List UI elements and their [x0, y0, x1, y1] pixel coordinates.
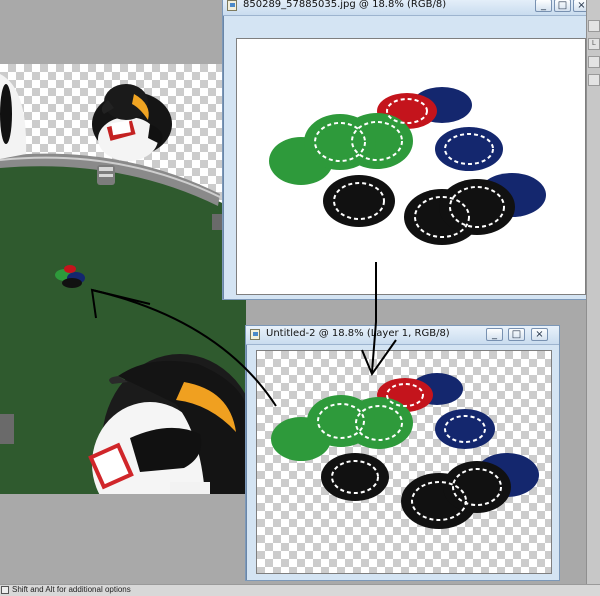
penguin-top: [92, 84, 172, 161]
chip-stack-left: [0, 414, 14, 444]
chip-stack-rail: [97, 165, 115, 185]
minimize-button[interactable]: _: [535, 0, 552, 12]
source-window-titlebar[interactable]: 850289_57885035.jpg @ 18.8% (RGB/8) _ □ …: [223, 0, 598, 16]
tool-icon: [1, 586, 9, 594]
poker-chips-image: [269, 87, 546, 245]
source-image-window[interactable]: 850289_57885035.jpg @ 18.8% (RGB/8) _ □ …: [222, 0, 599, 300]
status-bar: Shift and Alt for additional options: [0, 584, 600, 596]
document-icon: [227, 0, 237, 11]
status-text: Shift and Alt for additional options: [12, 585, 131, 594]
untitled-document-window[interactable]: Untitled-2 @ 18.8% (Layer 1, RGB/8) _ □ …: [245, 325, 560, 581]
poker-table-scene: [0, 74, 246, 494]
untitled-window-title: Untitled-2 @ 18.8% (Layer 1, RGB/8): [266, 328, 450, 339]
source-image-canvas[interactable]: [236, 38, 586, 295]
untitled-canvas[interactable]: [256, 350, 552, 574]
background-document-canvas[interactable]: [0, 64, 246, 494]
untitled-window-titlebar[interactable]: Untitled-2 @ 18.8% (Layer 1, RGB/8) _ □ …: [246, 326, 559, 345]
chip-stack-right: [212, 214, 222, 230]
panel-tab[interactable]: [588, 56, 600, 68]
panel-tab[interactable]: [588, 20, 600, 32]
chip-pile: [269, 87, 546, 245]
close-button[interactable]: ×: [531, 328, 548, 341]
maximize-button[interactable]: □: [508, 328, 525, 341]
panel-tab[interactable]: [588, 74, 600, 86]
pasted-chips-layer: [271, 373, 539, 529]
right-panel-strip[interactable]: L: [586, 0, 600, 584]
document-icon: [250, 329, 260, 340]
maximize-button[interactable]: □: [554, 0, 571, 12]
chip-pile: [271, 373, 539, 529]
minimize-button[interactable]: _: [486, 328, 503, 341]
source-window-title: 850289_57885035.jpg @ 18.8% (RGB/8): [243, 0, 447, 10]
panel-tab[interactable]: L: [588, 38, 600, 50]
